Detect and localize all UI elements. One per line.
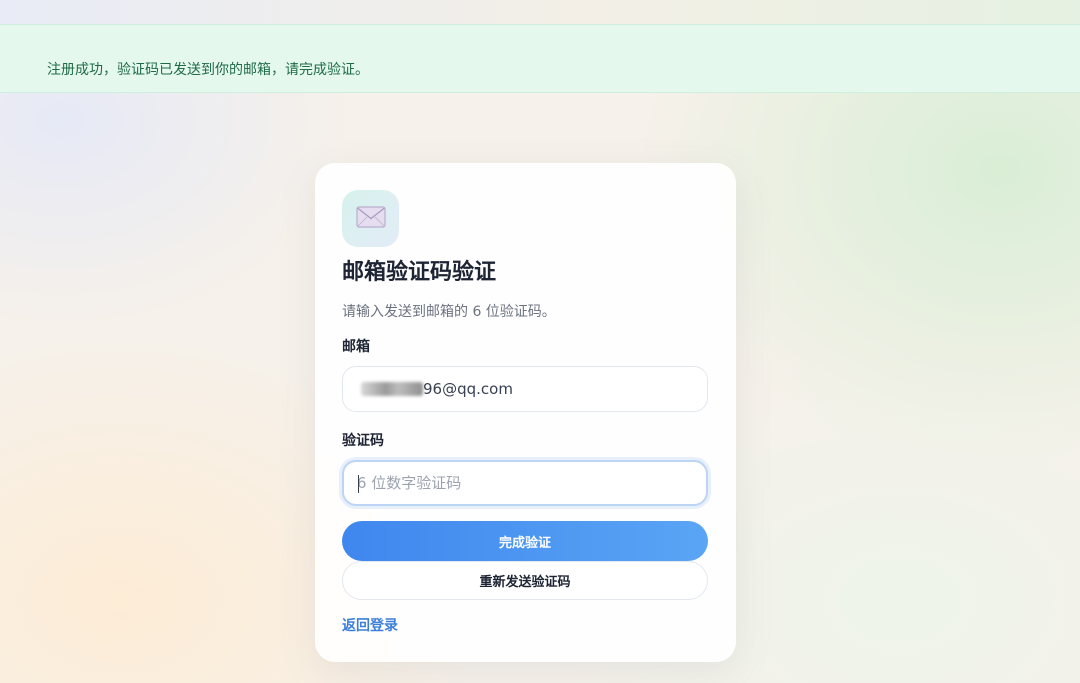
submit-button[interactable]: 完成验证 [342, 521, 708, 561]
email-field[interactable]: 96@qq.com [342, 366, 708, 412]
code-field[interactable] [342, 460, 708, 506]
verification-card: 邮箱验证码验证 请输入发送到邮箱的 6 位验证码。 邮箱 96@qq.com 验… [315, 163, 736, 662]
icon-badge [342, 190, 399, 247]
redacted-email-prefix [361, 382, 423, 396]
top-strip [0, 0, 1080, 24]
envelope-icon [355, 205, 386, 232]
page-title: 邮箱验证码验证 [342, 260, 497, 285]
code-label: 验证码 [342, 433, 384, 449]
email-label: 邮箱 [342, 339, 370, 355]
success-message: 注册成功，验证码已发送到你的邮箱，请完成验证。 [47, 62, 369, 78]
text-caret [358, 475, 359, 493]
back-to-login-link[interactable]: 返回登录 [342, 616, 398, 636]
email-value: 96@qq.com [423, 380, 513, 398]
page-subtitle: 请输入发送到邮箱的 6 位验证码。 [342, 304, 556, 320]
resend-button[interactable]: 重新发送验证码 [342, 561, 708, 600]
success-banner: 注册成功，验证码已发送到你的邮箱，请完成验证。 [0, 24, 1080, 93]
code-input[interactable] [357, 474, 692, 492]
